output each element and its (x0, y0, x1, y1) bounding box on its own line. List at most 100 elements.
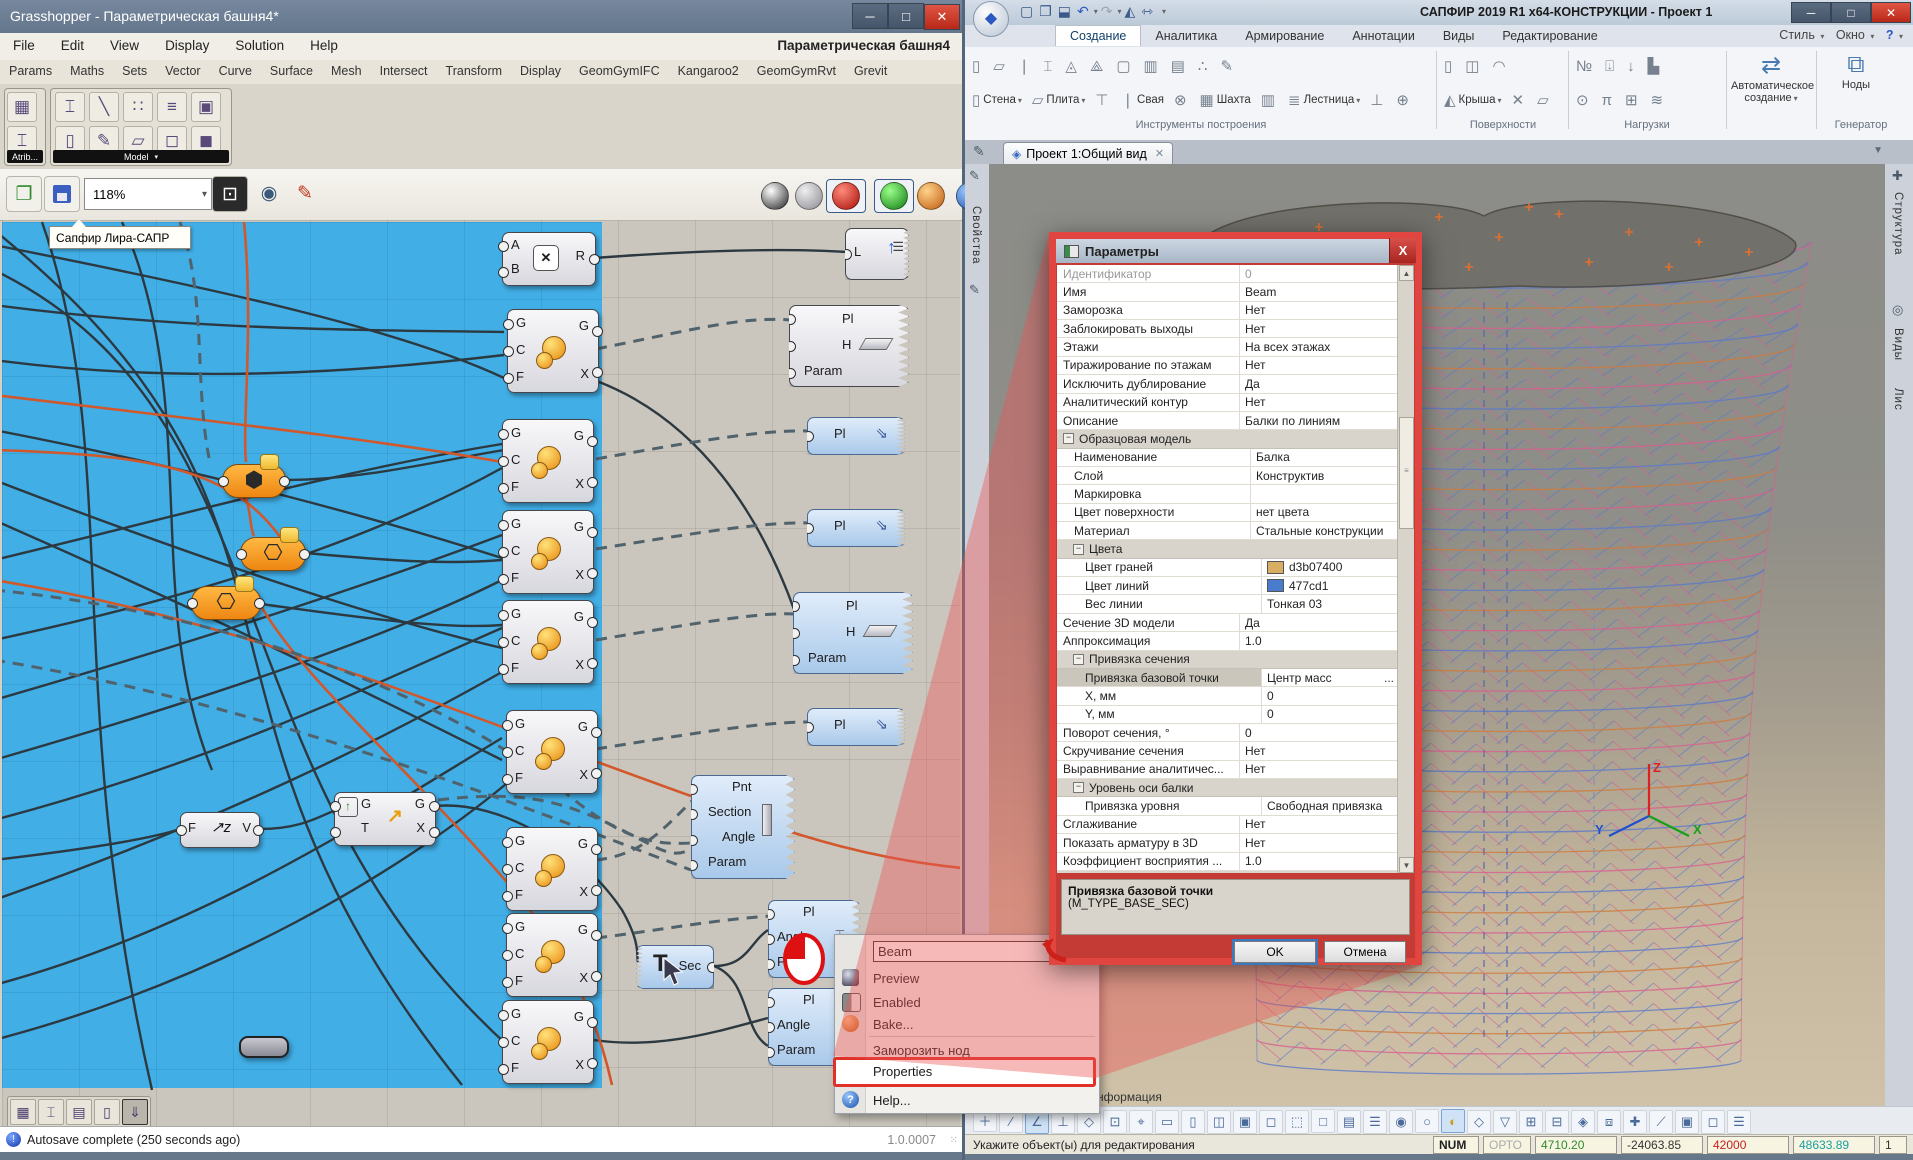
viewport-tool-icon-5[interactable]: ⊡ (1103, 1110, 1127, 1134)
ribbon-tab-создание[interactable]: Создание (1055, 25, 1141, 46)
property-row[interactable]: Цвет линий477cd1 (1057, 577, 1398, 595)
structure-panel-tab[interactable]: Структура (1892, 192, 1904, 256)
port-pin[interactable] (498, 1064, 509, 1075)
port-pin[interactable] (502, 923, 513, 934)
port-pin[interactable] (587, 1058, 598, 1069)
scroll-up-icon[interactable]: ▲ (1399, 265, 1414, 281)
gh-node-gcf-1[interactable]: GCFGX (502, 419, 594, 503)
property-row[interactable]: ЭтажиНа всех этажах (1057, 338, 1398, 356)
port-pin[interactable] (502, 864, 513, 875)
ribbon-button-slab[interactable]: ▱Плита▾ (1028, 89, 1090, 111)
port-pin[interactable] (591, 885, 602, 896)
port-pin[interactable] (498, 267, 509, 278)
measure-icon[interactable]: ⇿ (1141, 3, 1153, 20)
ribbon-icon-dist-load[interactable]: ⍗ (1601, 56, 1621, 77)
ribbon-icon-cylinder[interactable]: ◫ (1461, 55, 1486, 77)
viewport-tool-icon-24[interactable]: ⧈ (1597, 1110, 1621, 1134)
viewport-tool-icon-8[interactable]: ▯ (1181, 1110, 1205, 1134)
ribbon-icon-hydro-load[interactable]: ≋ (1647, 89, 1671, 111)
gh-menu-file[interactable]: File (0, 33, 48, 58)
gh-node-move[interactable]: GTGX↑↗ (334, 792, 436, 846)
port-pin[interactable] (502, 950, 513, 961)
ribbon-icon-slab-big[interactable]: ▱ (989, 55, 1012, 77)
property-row[interactable]: Привязка уровняСвободная привязка (1057, 797, 1398, 815)
property-value[interactable]: Конструктив (1251, 467, 1398, 484)
ribbon-icon-point-load[interactable]: ↓ (1623, 56, 1642, 77)
ribbon-icon-points[interactable]: ∴ (1194, 55, 1215, 77)
port-pin[interactable] (330, 827, 341, 838)
viewport-tool-icon-12[interactable]: ⬚ (1285, 1110, 1309, 1134)
ribbon-icon-stairs-big[interactable]: ▤ (1167, 55, 1192, 77)
gh-tab-vector[interactable]: Vector (156, 60, 209, 82)
property-value[interactable]: 477cd1 (1262, 577, 1398, 594)
zoom-extents-icon[interactable]: ⊡ (212, 176, 248, 212)
property-value[interactable]: Нет (1240, 834, 1398, 851)
viewport-tool-icon-22[interactable]: ⊟ (1545, 1110, 1569, 1134)
property-row[interactable]: Тиражирование по этажамНет (1057, 357, 1398, 375)
property-row[interactable]: ОписаниеБалки по линиям (1057, 412, 1398, 430)
coord-field-1[interactable]: -24063.85 (1621, 1136, 1703, 1154)
gh-node-relay[interactable] (239, 1036, 289, 1058)
properties-panel-tab[interactable]: Свойства (970, 206, 982, 265)
gh-node-gcf-5[interactable]: GCFGX (506, 827, 598, 911)
port-pin[interactable] (498, 610, 509, 621)
port-pin[interactable] (502, 747, 513, 758)
port-pin[interactable] (498, 664, 509, 675)
view-tab-close-icon[interactable]: ✕ (1155, 147, 1164, 160)
property-value[interactable]: Нет (1240, 320, 1398, 337)
ribbon-icon-dome[interactable]: ◠ (1488, 55, 1512, 77)
port-pin[interactable] (498, 456, 509, 467)
gh-tab-grevit[interactable]: Grevit (845, 60, 896, 82)
property-value[interactable]: Нет (1240, 761, 1398, 778)
property-row[interactable]: Коэффициент восприятия ...1.0 (1057, 853, 1398, 871)
menu-item-bake[interactable]: Bake... (873, 1017, 913, 1032)
viewport-tool-icon-29[interactable]: ☰ (1727, 1110, 1751, 1134)
dialog-scrollbar[interactable]: ▲ ≡ ▼ (1397, 265, 1414, 873)
property-group-row[interactable]: −Параметры аналитической модели (1057, 871, 1398, 873)
menu-item-enabled[interactable]: Enabled (873, 995, 921, 1010)
sf-minimize-button[interactable]: ─ (1791, 2, 1831, 23)
gh-tab-display[interactable]: Display (511, 60, 570, 82)
ribbon-button-roof[interactable]: ◭Крыша▾ (1440, 89, 1506, 111)
port-pin[interactable] (254, 598, 265, 609)
ribbon-icon-pressure[interactable]: ⊙ (1572, 89, 1596, 111)
port-pin[interactable] (591, 930, 602, 941)
property-row[interactable]: ИмяBeam (1057, 283, 1398, 301)
property-value[interactable]: Beam (1240, 283, 1398, 300)
port-pin[interactable] (498, 547, 509, 558)
sheets-panel-tab[interactable]: Лис (1892, 388, 1904, 411)
viewport-tool-icon-7[interactable]: ▭ (1155, 1110, 1179, 1134)
sf-maximize-button[interactable]: □ (1831, 2, 1871, 23)
property-group-row[interactable]: −Уровень оси балки (1057, 779, 1398, 797)
gh-node-multiplication[interactable]: ABR✕ (502, 232, 596, 286)
viewport-tool-icon-25[interactable]: ✚ (1623, 1110, 1647, 1134)
property-value[interactable]: На всех этажах (1240, 338, 1398, 355)
graft-icon[interactable]: ↑ (338, 797, 358, 817)
coord-field-2[interactable]: 42000 (1707, 1136, 1789, 1154)
property-row[interactable]: ЗаморозкаНет (1057, 302, 1398, 320)
collapse-icon[interactable]: − (1073, 544, 1084, 555)
gh-menu-solution[interactable]: Solution (222, 33, 297, 58)
save-file-icon[interactable]: ⬓ (1058, 3, 1071, 20)
port-pin[interactable] (176, 825, 187, 836)
ribbon-icon-frame[interactable]: ▢ (1112, 55, 1137, 77)
ribbon-icon-wall-load[interactable]: ▙ (1644, 55, 1667, 77)
gh-tab-mesh[interactable]: Mesh (322, 60, 371, 82)
scroll-thumb[interactable]: ≡ (1399, 417, 1414, 529)
port-pin[interactable] (498, 241, 509, 252)
property-row[interactable]: Привязка базовой точкиЦентр масс... (1057, 669, 1398, 687)
property-row[interactable]: Показать арматуру в 3DНет (1057, 834, 1398, 852)
viewport-tool-icon-9[interactable]: ◫ (1207, 1110, 1231, 1134)
gh-node-plate-param-0[interactable]: PlHParam (789, 305, 909, 387)
port-pin[interactable] (498, 574, 509, 585)
port-pin[interactable] (589, 254, 600, 265)
viewport-tool-icon-16[interactable]: ◉ (1389, 1110, 1413, 1134)
mini-export-icon[interactable]: ⇓ (122, 1099, 148, 1125)
port-pin[interactable] (279, 476, 290, 487)
gh-node-cluster-0[interactable]: ⬢ (222, 464, 286, 498)
mini-column-icon[interactable]: ▯ (94, 1099, 120, 1125)
gh-menu-help[interactable]: Help (297, 33, 351, 58)
property-row[interactable]: Вес линииТонкая 03 (1057, 595, 1398, 613)
redo-icon[interactable]: ↷ (1101, 3, 1113, 20)
property-group-row[interactable]: −Цвета (1057, 540, 1398, 558)
